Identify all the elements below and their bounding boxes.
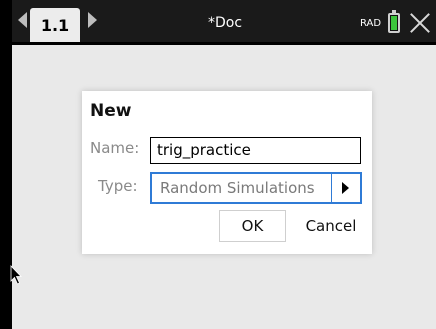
- next-tab-arrow-icon[interactable]: [88, 12, 97, 28]
- name-input[interactable]: trig_practice: [150, 137, 361, 164]
- name-label: Name:: [90, 139, 140, 157]
- document-title: *Doc: [208, 15, 243, 31]
- ok-button[interactable]: OK: [219, 210, 286, 242]
- tab-1-1[interactable]: 1.1: [30, 8, 80, 42]
- battery-level-fill: [391, 16, 397, 30]
- battery-icon: [388, 10, 400, 33]
- type-select[interactable]: Random Simulations: [150, 172, 362, 204]
- top-bar: 1.1 *Doc RAD: [12, 0, 436, 45]
- close-icon[interactable]: [409, 12, 431, 34]
- new-dialog: New Name: trig_practice Type: Random Sim…: [82, 91, 372, 254]
- dropdown-arrow-icon[interactable]: [331, 174, 360, 202]
- cancel-button[interactable]: Cancel: [294, 210, 368, 242]
- dialog-title: New: [90, 101, 132, 121]
- angle-mode-indicator: RAD: [360, 18, 382, 29]
- mouse-pointer-icon: [10, 265, 22, 285]
- type-label: Type:: [98, 177, 138, 195]
- type-selected-value: Random Simulations: [160, 179, 315, 197]
- prev-tab-arrow-icon[interactable]: [18, 12, 27, 28]
